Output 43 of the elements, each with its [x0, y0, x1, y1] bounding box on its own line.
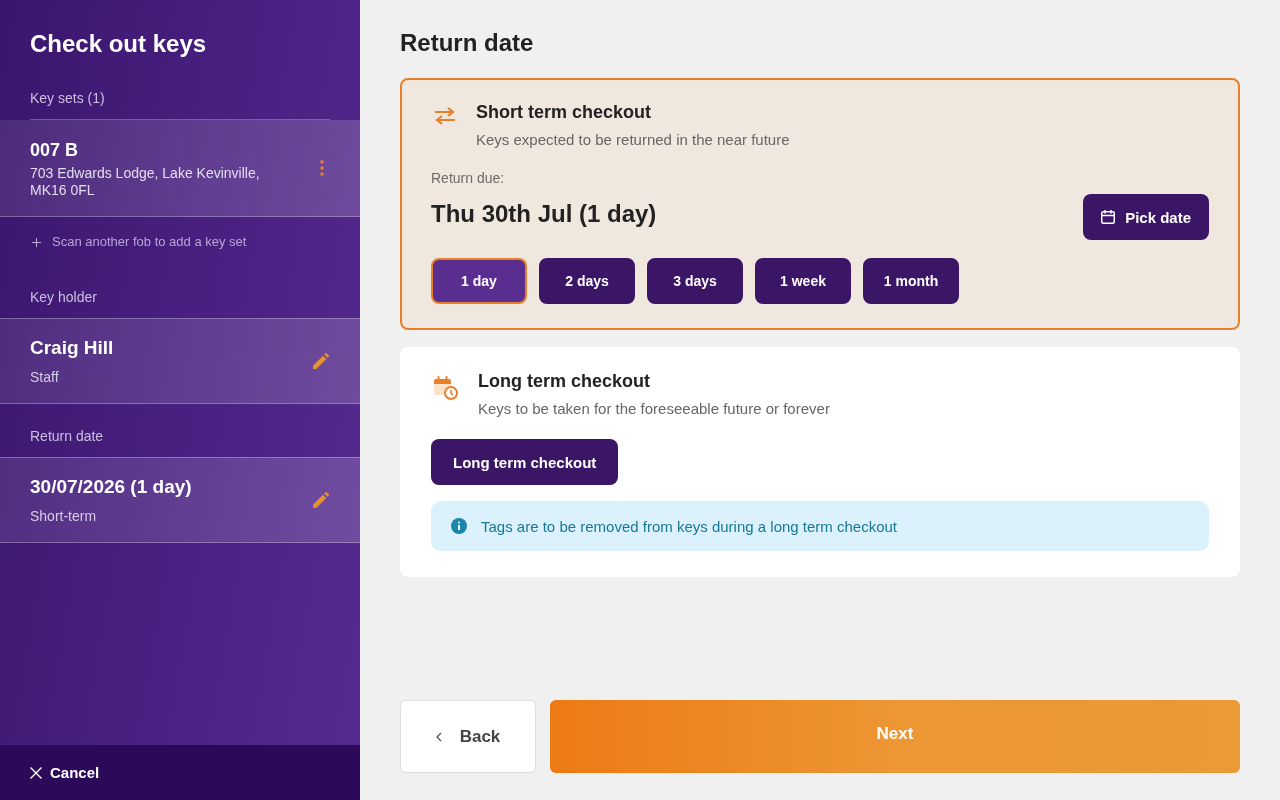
pick-date-button[interactable]: Pick date — [1083, 194, 1209, 240]
calendar-clock-icon — [434, 376, 458, 400]
swap-arrows-icon — [434, 107, 456, 125]
return-due-date: Thu 30th Jul (1 day) — [431, 199, 657, 229]
return-due-label: Return due: — [431, 169, 505, 187]
option-description: Keys expected to be returned in the near future — [476, 130, 790, 150]
more-icon[interactable] — [320, 160, 324, 176]
section-heading: Key sets (1) — [30, 59, 330, 120]
pencil-icon[interactable] — [313, 353, 329, 369]
key-holder-role: Staff — [30, 368, 60, 386]
key-set-address: 703 Edwards Lodge, Lake Kevinville, MK16 0FL — [30, 164, 261, 199]
key-holder-name: Craig Hill — [30, 336, 114, 360]
duration-option[interactable]: 1 month — [863, 258, 959, 304]
duration-option[interactable]: 1 week — [755, 258, 851, 304]
key-set-name: 007 B — [30, 138, 80, 162]
long-term-checkout-button[interactable]: Long term checkout — [431, 439, 619, 485]
info-icon — [451, 518, 467, 534]
plus-icon — [32, 237, 41, 247]
chevron-left-icon — [435, 731, 442, 742]
cancel-button[interactable]: Cancel — [30, 764, 100, 781]
duration-option[interactable]: 1 day — [431, 258, 527, 304]
option-title: Short term checkout — [476, 101, 653, 124]
back-button[interactable]: Back — [400, 700, 536, 773]
duration-option[interactable]: 2 days — [539, 258, 635, 304]
return-date-card[interactable]: 30/07/2026 (1 day) Short-term — [0, 457, 360, 543]
option-description: Keys to be taken for the foreseeable future or forever — [478, 399, 830, 419]
key-holder-card[interactable]: Craig Hill Staff — [0, 318, 360, 404]
info-text: Tags are to be removed from keys during a long term checkout — [481, 517, 898, 535]
checkout-option-card[interactable]: Long term checkout Keys to be taken for the foreseeable future or forever Long term checkout Tags are to be removed from keys during a long term checkout — [400, 347, 1240, 577]
section-heading: Key holder — [30, 288, 98, 307]
pencil-icon[interactable] — [313, 492, 329, 508]
return-date-value: 30/07/2026 (1 day) — [30, 475, 192, 499]
close-icon — [30, 766, 42, 779]
return-type: Short-term — [30, 507, 98, 525]
scan-hint: Scan another fob to add a key set — [52, 233, 247, 251]
section-heading: Return date — [30, 427, 105, 446]
option-title: Long term checkout — [478, 370, 652, 393]
sidebar-title: Check out keys — [29, 29, 208, 59]
checkout-option-card[interactable]: Short term checkout Keys expected to be returned in the near future Return due: Thu 30th Jul (1 day) Pick date 1 day 2 days 3 days 1 week 1 month — [400, 78, 1240, 330]
calendar-icon — [1101, 210, 1116, 224]
page-title: Return date — [400, 28, 535, 58]
duration-option[interactable]: 3 days — [647, 258, 743, 304]
key-set-card[interactable]: 007 B 703 Edwards Lodge, Lake Kevinville, MK16 0FL — [0, 120, 360, 217]
